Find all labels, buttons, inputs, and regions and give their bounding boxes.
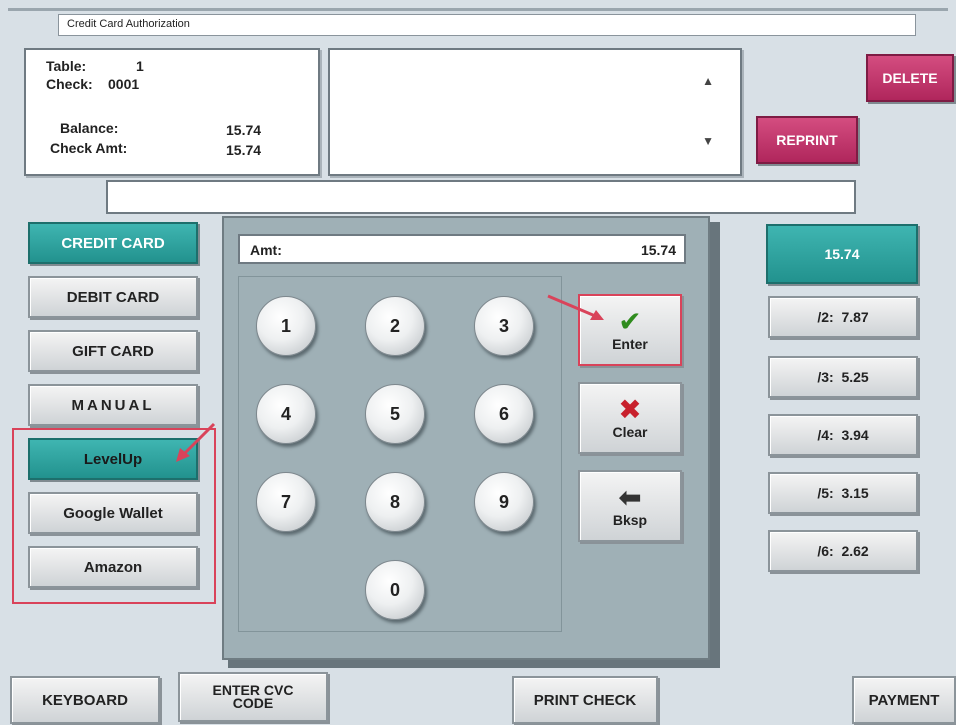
split-6-value: 2.62 xyxy=(841,543,869,559)
checkmark-icon: ✔ xyxy=(618,306,642,337)
key-6[interactable]: 6 xyxy=(474,384,534,444)
split-5-label: /5: xyxy=(817,485,834,501)
backspace-button[interactable]: ⬅ Bksp xyxy=(578,470,682,542)
key-8[interactable]: 8 xyxy=(365,472,425,532)
items-list[interactable]: ▲ ▼ xyxy=(328,48,742,176)
amount-value: 15.74 xyxy=(640,242,676,258)
cvc-label-line2: CODE xyxy=(232,695,274,711)
key-5[interactable]: 5 xyxy=(365,384,425,444)
split-4-button[interactable]: /4: 3.94 xyxy=(768,414,918,456)
table-label: Table: xyxy=(46,58,87,74)
clear-button[interactable]: ✖ Clear xyxy=(578,382,682,454)
split-3-value: 5.25 xyxy=(841,369,869,385)
split-2-button[interactable]: /2: 7.87 xyxy=(768,296,918,338)
split-6-label: /6: xyxy=(817,543,834,559)
key-1[interactable]: 1 xyxy=(256,296,316,356)
manual-button[interactable]: MANUAL xyxy=(28,384,198,426)
balance-label: Balance: xyxy=(60,120,119,136)
split-5-value: 3.15 xyxy=(841,485,869,501)
x-icon: ✖ xyxy=(618,394,642,425)
scroll-down-icon[interactable]: ▼ xyxy=(702,134,714,148)
clear-label: Clear xyxy=(612,424,648,440)
split-6-button[interactable]: /6: 2.62 xyxy=(768,530,918,572)
bksp-label: Bksp xyxy=(612,512,648,528)
split-3-button[interactable]: /3: 5.25 xyxy=(768,356,918,398)
check-value: 0001 xyxy=(108,76,140,92)
scroll-up-icon[interactable]: ▲ xyxy=(702,74,714,88)
check-amt-label: Check Amt: xyxy=(50,140,128,156)
enter-label: Enter xyxy=(612,336,648,352)
key-2[interactable]: 2 xyxy=(365,296,425,356)
key-7[interactable]: 7 xyxy=(256,472,316,532)
key-0[interactable]: 0 xyxy=(365,560,425,620)
key-4[interactable]: 4 xyxy=(256,384,316,444)
payment-button[interactable]: PAYMENT xyxy=(852,676,956,724)
message-field xyxy=(106,180,856,214)
delete-button[interactable]: DELETE xyxy=(866,54,954,102)
reprint-button[interactable]: REPRINT xyxy=(756,116,858,164)
split-4-label: /4: xyxy=(817,427,834,443)
key-3[interactable]: 3 xyxy=(474,296,534,356)
enter-cvc-code-button[interactable]: ENTER CVC CODE xyxy=(178,672,328,722)
window-frame xyxy=(8,8,948,11)
full-amount-button[interactable]: 15.74 xyxy=(766,224,918,284)
table-value: 1 xyxy=(136,58,144,74)
window-title: Credit Card Authorization xyxy=(58,14,916,36)
split-2-value: 7.87 xyxy=(841,309,869,325)
check-amt-value: 15.74 xyxy=(226,142,262,158)
split-3-label: /3: xyxy=(817,369,834,385)
gift-card-button[interactable]: GIFT CARD xyxy=(28,330,198,372)
highlight-box xyxy=(12,428,216,604)
print-check-button[interactable]: PRINT CHECK xyxy=(512,676,658,724)
enter-button[interactable]: ✔ Enter xyxy=(578,294,682,366)
debit-card-button[interactable]: DEBIT CARD xyxy=(28,276,198,318)
credit-card-button[interactable]: CREDIT CARD xyxy=(28,222,198,264)
split-4-value: 3.94 xyxy=(841,427,869,443)
amount-field[interactable]: Amt: 15.74 xyxy=(238,234,686,264)
split-5-button[interactable]: /5: 3.15 xyxy=(768,472,918,514)
amount-label: Amt: xyxy=(250,242,282,258)
key-9[interactable]: 9 xyxy=(474,472,534,532)
left-arrow-icon: ⬅ xyxy=(618,482,642,513)
check-label: Check: xyxy=(46,76,93,92)
keyboard-button[interactable]: KEYBOARD xyxy=(10,676,160,724)
balance-value: 15.74 xyxy=(226,122,262,138)
split-2-label: /2: xyxy=(817,309,834,325)
check-info-panel: Table: 1 Check: 0001 Balance: 15.74 Chec… xyxy=(24,48,320,176)
